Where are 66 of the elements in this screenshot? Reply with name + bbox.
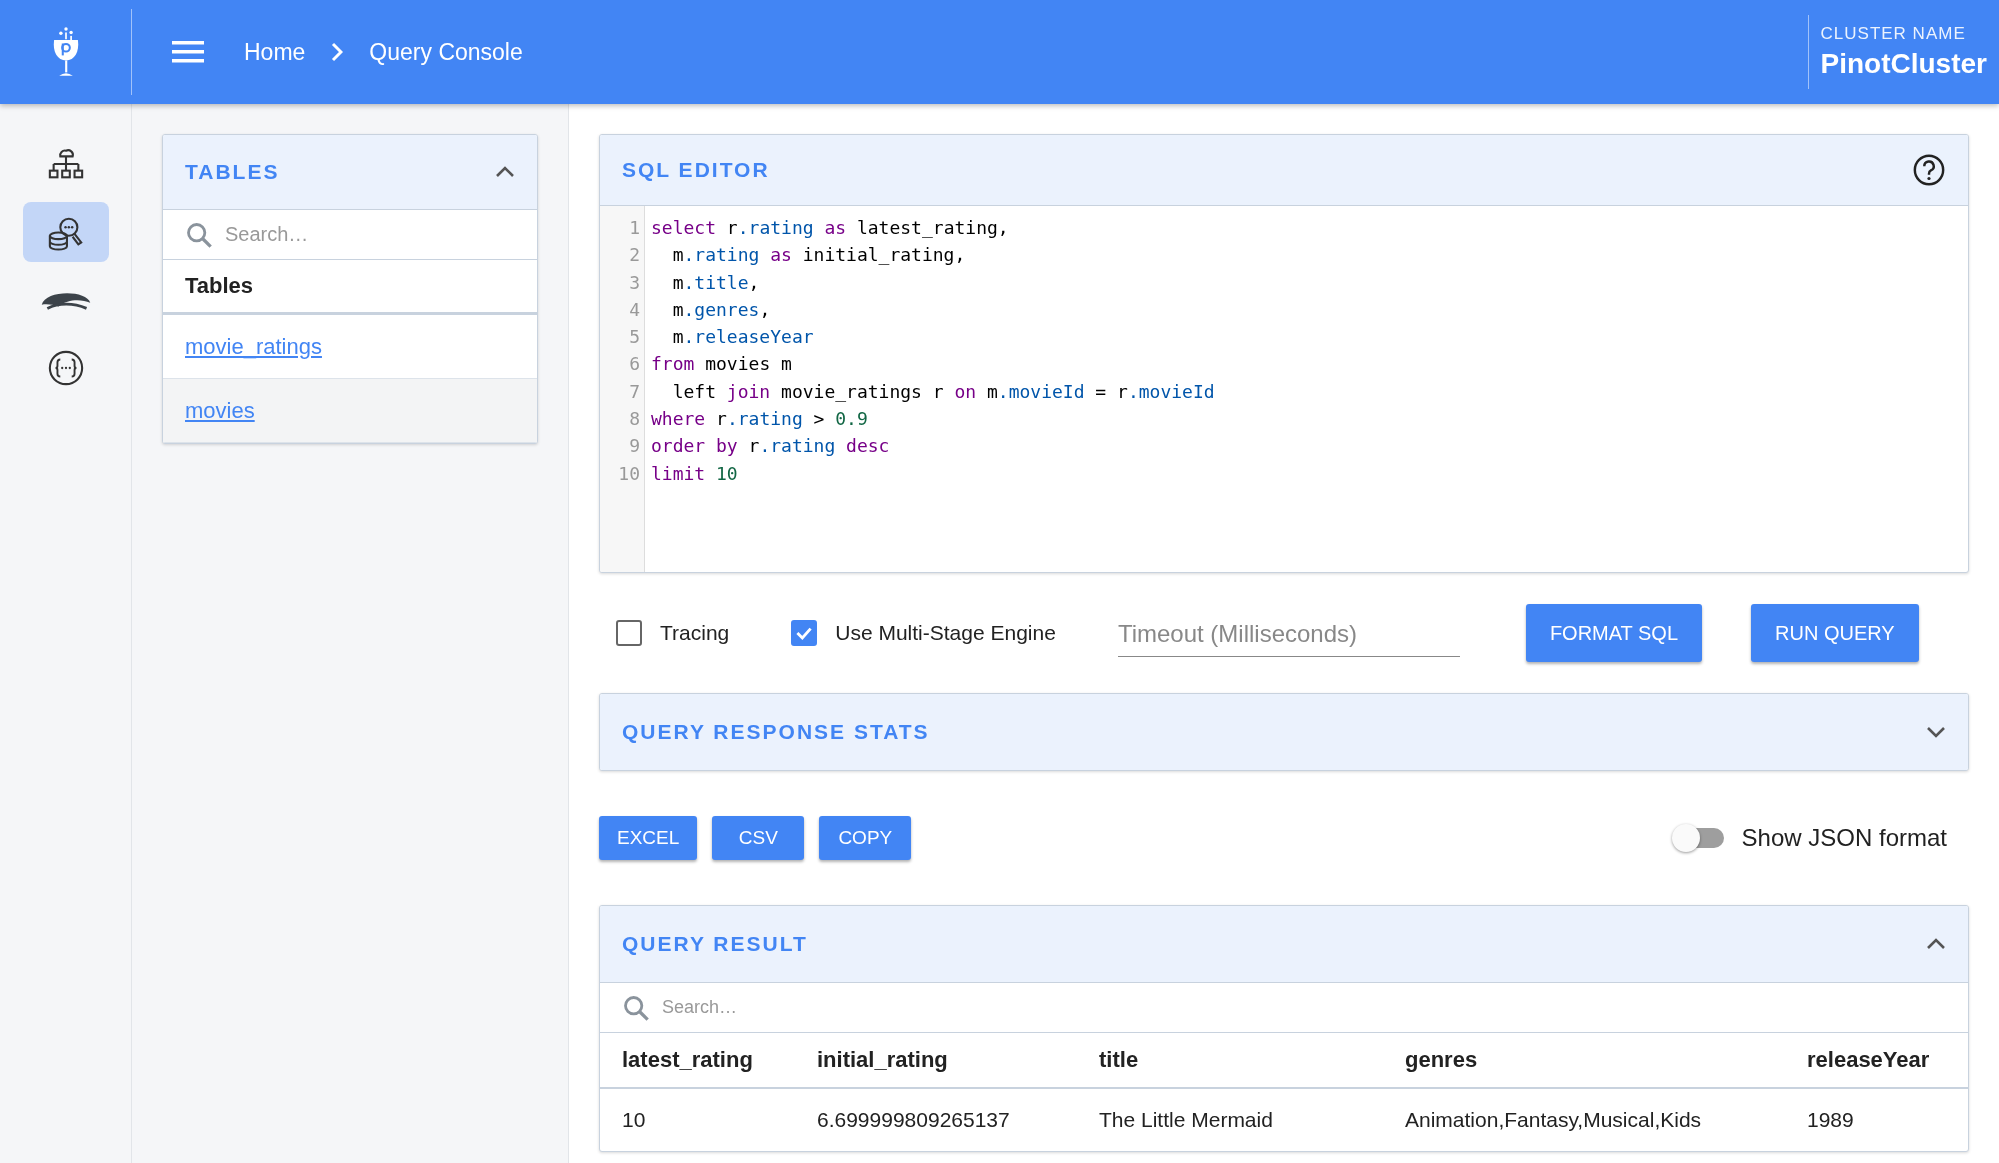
search-icon	[622, 993, 650, 1022]
line-number: 8	[628, 407, 641, 432]
code-line: order by r.rating desc	[651, 434, 891, 459]
column-header: Tables	[163, 260, 537, 315]
chevron-up-icon[interactable]	[495, 166, 515, 178]
code-line: select r.rating as latest_rating,	[651, 216, 1010, 240]
table-cell-text: The Little Mermaid	[1099, 1108, 1274, 1132]
checkbox[interactable]	[616, 620, 642, 646]
help-icon[interactable]	[1912, 153, 1946, 187]
export-button[interactable]: CSV	[712, 816, 805, 860]
table-row[interactable]: movies	[163, 379, 537, 443]
cluster-name: PinotCluster	[1820, 48, 1987, 80]
table-link[interactable]: movies	[185, 397, 255, 424]
checkbox-label: Tracing	[660, 621, 730, 645]
breadcrumb-link[interactable]: Query Console	[369, 38, 523, 66]
braces-circle-icon	[46, 349, 85, 387]
panel-title: QUERY RESULT	[622, 932, 808, 956]
line-number: 4	[628, 297, 641, 322]
search-field[interactable]: Search…	[223, 222, 515, 247]
column-header[interactable]: initial_rating	[817, 1047, 1099, 1073]
line-number: 9	[628, 434, 641, 459]
action-button[interactable]: FORMAT SQL	[1525, 604, 1703, 662]
line-number: 5	[628, 325, 641, 350]
code-line: m.rating as initial_rating,	[671, 243, 967, 268]
table-cell-text: Animation,Fantasy,Musical,Kids	[1405, 1108, 1703, 1132]
table-cell-text: 6.699999809265137	[817, 1108, 1011, 1132]
toggle-label: Show JSON format	[1741, 824, 1947, 852]
breadcrumb-link[interactable]: Home	[244, 38, 306, 66]
code-line: m.releaseYear	[671, 325, 815, 350]
checkbox-label: Use Multi-Stage Engine	[835, 621, 1056, 645]
chevron-up-icon[interactable]	[1926, 938, 1946, 950]
line-number: 2	[628, 243, 641, 268]
menu-icon[interactable]	[172, 41, 204, 63]
export-button[interactable]: EXCEL	[599, 816, 698, 860]
line-number: 10	[617, 461, 641, 486]
chevron-right-icon	[331, 42, 344, 62]
line-number: 6	[628, 352, 641, 377]
code-line: m.genres,	[671, 297, 772, 322]
line-number: 7	[628, 379, 641, 404]
column-header[interactable]: title	[1099, 1047, 1405, 1073]
code-line: limit 10	[651, 461, 739, 486]
code-line: where r.rating > 0.9	[651, 407, 869, 432]
code-line: m.title,	[671, 270, 761, 295]
search-field[interactable]: Search…	[660, 996, 1946, 1019]
column-header[interactable]: releaseYear	[1807, 1047, 1968, 1073]
panel-title: QUERY RESPONSE STATS	[622, 720, 930, 744]
table-link[interactable]: movie_ratings	[185, 333, 322, 360]
response-stats-panel[interactable]: QUERY RESPONSE STATS	[599, 693, 1969, 771]
column-header[interactable]: latest_rating	[622, 1047, 817, 1073]
panel-title: TABLES	[185, 160, 280, 184]
line-number: 3	[628, 270, 641, 295]
export-button[interactable]: COPY	[819, 816, 912, 860]
table-cell-text: 1989	[1807, 1108, 1855, 1132]
sidebar-nav-item[interactable]	[22, 202, 109, 262]
column-header[interactable]: genres	[1405, 1047, 1807, 1073]
cluster-label: CLUSTER NAME	[1820, 24, 1967, 44]
search-icon	[185, 220, 213, 249]
action-button[interactable]: RUN QUERY	[1751, 604, 1919, 662]
checkbox[interactable]	[791, 620, 818, 646]
table-cell-text: 10	[622, 1108, 647, 1132]
timeout-input[interactable]: Timeout (Milliseconds)	[1117, 613, 1460, 657]
code-line: from movies m	[651, 352, 793, 377]
panel-title: SQL EDITOR	[622, 158, 770, 182]
line-number: 1	[628, 216, 641, 240]
code-line: left join movie_ratings r on m.movieId = r.movieId	[671, 379, 1215, 404]
chevron-down-icon[interactable]	[1926, 726, 1946, 738]
